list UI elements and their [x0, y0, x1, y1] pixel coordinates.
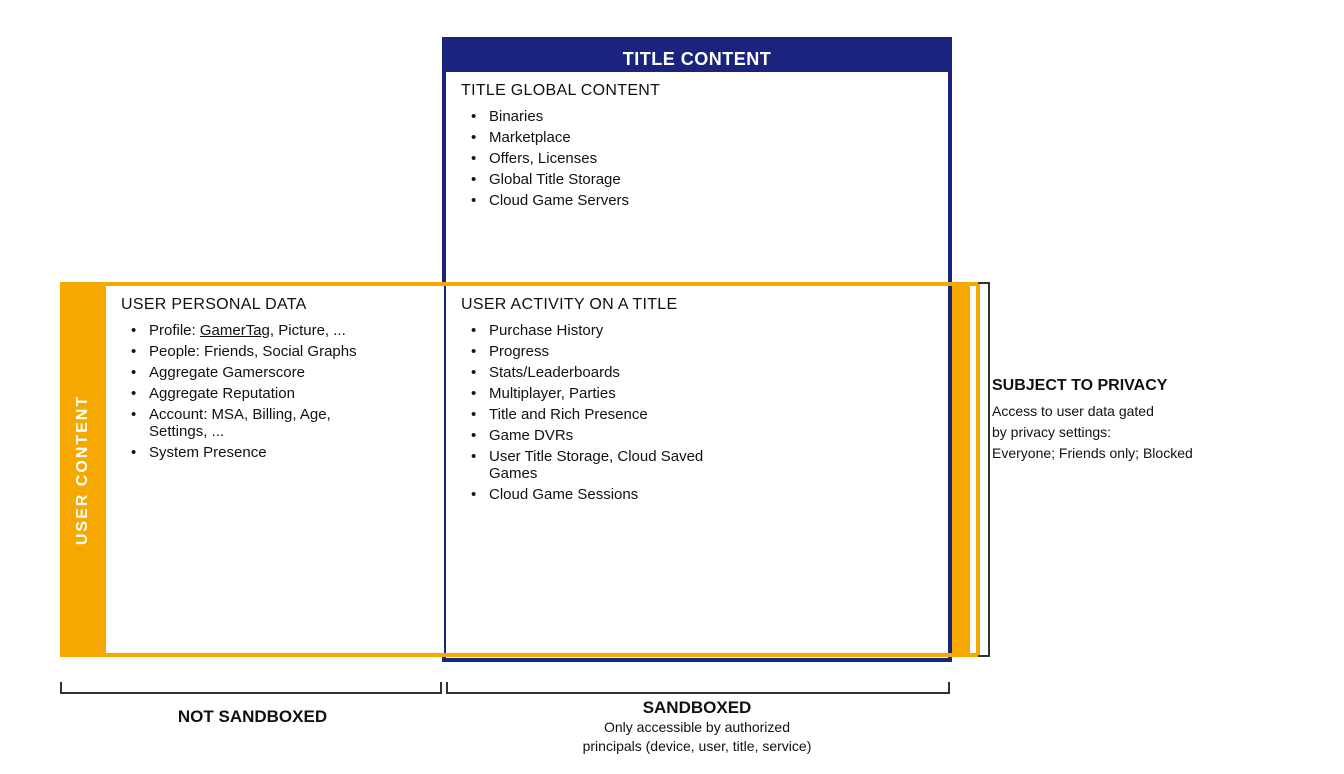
list-item: Game DVRs: [471, 427, 933, 444]
user-content-label-text: USER CONTENT: [74, 394, 92, 544]
privacy-bracket-container: [974, 282, 994, 657]
user-personal-heading: USER PERSONAL DATA: [121, 296, 429, 314]
bracket-line: [60, 682, 442, 694]
not-sandboxed-label: NOT SANDBOXED: [60, 707, 445, 727]
bracket-line: [446, 682, 950, 694]
list-item: System Presence: [131, 444, 429, 461]
list-item: Profile: GamerTag, Picture, ...: [131, 322, 429, 339]
list-item: Purchase History: [471, 322, 933, 339]
user-activity-heading: USER ACTIVITY ON A TITLE: [461, 296, 933, 314]
list-item: Offers, Licenses: [471, 150, 933, 167]
list-item: Aggregate Gamerscore: [131, 364, 429, 381]
title-global-heading: TITLE GLOBAL CONTENT: [461, 82, 933, 100]
list-item: Progress: [471, 343, 933, 360]
list-item: Cloud Game Sessions: [471, 486, 933, 503]
list-item: Global Title Storage: [471, 171, 933, 188]
list-item: Account: MSA, Billing, Age,Settings, ...: [131, 406, 429, 440]
privacy-text: Access to user data gatedby privacy sett…: [992, 401, 1282, 464]
privacy-section: SUBJECT TO PRIVACY Access to user data g…: [992, 377, 1282, 464]
sandboxed-sub-text: Only accessible by authorizedprincipals …: [442, 718, 952, 757]
list-item: Aggregate Reputation: [131, 385, 429, 402]
title-global-section: TITLE GLOBAL CONTENT Binaries Marketplac…: [446, 72, 948, 282]
user-activity-section: USER ACTIVITY ON A TITLE Purchase Histor…: [446, 286, 948, 653]
sandboxed-label: SANDBOXED: [442, 698, 952, 718]
user-personal-section: USER PERSONAL DATA Profile: GamerTag, Pi…: [106, 286, 444, 653]
sandboxed-section: SANDBOXED Only accessible by authorizedp…: [442, 698, 952, 757]
title-global-list: Binaries Marketplace Offers, Licenses Gl…: [461, 108, 933, 209]
user-content-label-bar: USER CONTENT: [60, 282, 106, 657]
list-item: Multiplayer, Parties: [471, 385, 933, 402]
list-item: People: Friends, Social Graphs: [131, 343, 429, 360]
list-item: Stats/Leaderboards: [471, 364, 933, 381]
privacy-heading: SUBJECT TO PRIVACY: [992, 377, 1282, 395]
gamertag-underline: GamerTag: [200, 322, 270, 339]
privacy-bracket-line: [978, 282, 990, 657]
list-item: Cloud Game Servers: [471, 192, 933, 209]
user-personal-list: Profile: GamerTag, Picture, ... People: …: [121, 322, 429, 461]
list-item: Marketplace: [471, 129, 933, 146]
user-activity-list: Purchase History Progress Stats/Leaderbo…: [461, 322, 933, 503]
list-item: Binaries: [471, 108, 933, 125]
not-sandboxed-bracket: [60, 682, 442, 702]
right-gold-bar: [952, 282, 970, 657]
list-item: Title and Rich Presence: [471, 406, 933, 423]
not-sandboxed-section: NOT SANDBOXED: [60, 707, 445, 727]
list-item: User Title Storage, Cloud SavedGames: [471, 448, 933, 482]
